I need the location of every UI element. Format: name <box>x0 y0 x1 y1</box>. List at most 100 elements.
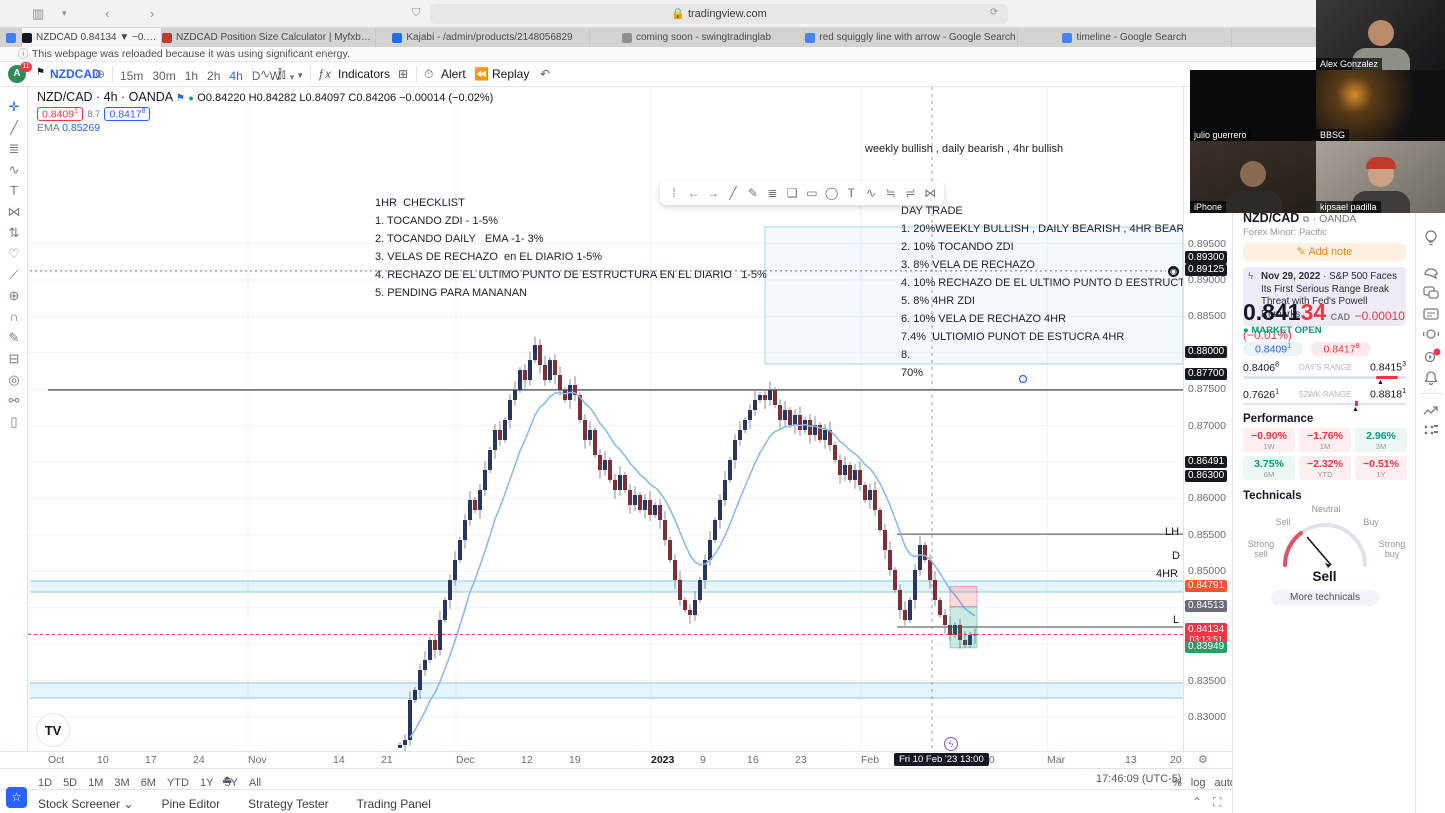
collapse-chevron-icon[interactable]: ⌃ <box>1192 795 1202 809</box>
rectangle-icon[interactable]: ▭ <box>803 184 821 203</box>
video-tile[interactable]: kipsael padilla <box>1316 141 1445 213</box>
range-1M[interactable]: 1M <box>88 777 103 789</box>
ideas-icon[interactable] <box>1421 228 1441 248</box>
shield-icon[interactable]: ⛉ <box>412 7 420 20</box>
forward-icon[interactable]: › <box>150 6 154 21</box>
browser-tab[interactable]: NZDCAD Position Size Calculator | Myfxbo… <box>162 28 376 47</box>
price-chart[interactable] <box>28 87 1183 751</box>
add-note-button[interactable]: ✎ Add note <box>1243 243 1406 261</box>
timeframe-4h[interactable]: 4h <box>229 69 242 83</box>
sidebar-symbol-title[interactable]: NZD/CAD ⧉ · OANDA <box>1243 211 1406 225</box>
video-tile[interactable]: julio guerrero <box>1190 70 1316 141</box>
alert-eye-icon[interactable]: ◉ <box>1168 266 1179 277</box>
position-icon[interactable]: ⇅ <box>0 223 28 243</box>
clock-text[interactable]: 17:46:09 (UTC-5) <box>1096 773 1182 785</box>
streams-icon[interactable] <box>1421 325 1441 345</box>
checklist-1hr[interactable]: 1. TOCANDO ZDI - 1-5%2. TOCANDO DAILY EM… <box>375 215 767 305</box>
link-icon[interactable]: ⚯ <box>0 391 28 411</box>
text-icon[interactable]: T <box>0 181 28 201</box>
browser-tab[interactable]: Kajabi - /admin/products/2148056829 <box>376 28 590 47</box>
indicators-button[interactable]: Indicators <box>338 67 390 81</box>
event-lightning-icon[interactable]: ϟ <box>944 737 958 751</box>
checklist-daytrade[interactable]: 1. 20%WEEKLY BULLISH , DAILY BEARISH , 4… <box>901 223 1183 385</box>
fib-icon[interactable]: ≣ <box>764 184 782 203</box>
flag-icon[interactable]: ⚑ <box>176 93 185 104</box>
xabcd-icon[interactable]: ⋈ <box>0 202 28 222</box>
short-position-icon[interactable]: ≓ <box>902 184 920 203</box>
layout-grid-icon[interactable]: ⊞ <box>398 67 408 81</box>
favorites-star-button[interactable]: ☆ <box>6 787 27 808</box>
url-bar[interactable]: 🔒 tradingview.com <box>430 4 1008 24</box>
zigzag-icon[interactable]: ∿ <box>862 184 880 203</box>
scale-%[interactable]: % <box>1172 777 1182 789</box>
fib-retracement-icon[interactable]: ≣ <box>0 139 28 159</box>
range-6M[interactable]: 6M <box>141 777 156 789</box>
more-technicals-button[interactable]: More technicals <box>1271 590 1379 606</box>
external-link-icon[interactable]: ⧉ <box>1303 214 1309 224</box>
brush-icon[interactable]: ✎ <box>744 184 762 203</box>
trendline-icon[interactable]: ╱ <box>0 118 28 138</box>
scale-log[interactable]: log <box>1191 777 1206 789</box>
crosshair-icon[interactable]: ✛ <box>0 97 28 117</box>
bias-note[interactable]: weekly bullish , daily bearish , 4hr bul… <box>865 143 1063 155</box>
callout-icon[interactable]: ❏ <box>783 184 801 203</box>
axis-settings-gear-icon[interactable]: ⚙ <box>1198 753 1208 766</box>
timeframe-chevron-icon[interactable]: ▾ <box>290 72 295 82</box>
hide-all-icon[interactable]: ◎ <box>0 370 28 390</box>
video-tile[interactable]: BBSG <box>1316 70 1445 141</box>
floating-drawing-toolbar[interactable]: ⁞←→╱✎≣❏▭◯T∿≒≓⋈ <box>660 181 944 205</box>
trendline-icon[interactable]: ╱ <box>724 184 742 203</box>
range-YTD[interactable]: YTD <box>167 777 189 789</box>
minds-icon[interactable] <box>1421 262 1441 282</box>
range-3M[interactable]: 3M <box>114 777 129 789</box>
symbol-button[interactable]: NZDCAD <box>50 67 101 81</box>
candle-chart-style-icon[interactable]: ⫿⫾ <box>278 67 286 82</box>
timeframe-1h[interactable]: 1h <box>185 69 198 83</box>
timeframe-15m[interactable]: 15m <box>120 69 143 83</box>
browser-tab[interactable]: NZDCAD 0.84134 ▼ −0.01% Unnamed <box>22 28 162 47</box>
timeframe-2h[interactable]: 2h <box>207 69 220 83</box>
symbol-add-icon[interactable]: ⊕ <box>95 67 105 81</box>
replay-icon[interactable]: ⏪ <box>474 67 489 81</box>
chart-legend-title[interactable]: NZD/CAD · 4h · OANDA ⚑ ● O0.84220 H0.842… <box>37 90 493 104</box>
panel-trading-panel[interactable]: Trading Panel <box>357 797 431 811</box>
browser-tab[interactable]: coming soon - swingtradinglab <box>590 28 804 47</box>
video-tile[interactable]: iPhone <box>1190 141 1316 213</box>
chat-icon[interactable] <box>1421 283 1441 303</box>
checklist-1hr-title[interactable]: 1HR CHECKLIST <box>375 197 465 209</box>
ruler-icon[interactable]: ⟋ <box>0 265 28 285</box>
ask-pill[interactable]: 0.84178 <box>1311 342 1371 357</box>
timeframe-30m[interactable]: 30m <box>152 69 175 83</box>
chevron-down-icon[interactable]: ▾ <box>62 8 67 19</box>
sidebar-toggle-icon[interactable]: ▥ <box>32 6 44 22</box>
live-icon[interactable] <box>1421 347 1441 367</box>
chart-area[interactable]: NZD/CAD · 4h · OANDA ⚑ ● O0.84220 H0.842… <box>28 87 1183 751</box>
range-1D[interactable]: 1D <box>38 777 52 789</box>
emoji-icon[interactable]: ♡ <box>0 244 28 264</box>
reload-icon[interactable]: ⟳ <box>990 7 998 18</box>
range-5D[interactable]: 5D <box>63 777 77 789</box>
browser-tab[interactable]: red squiggly line with arrow - Google Se… <box>804 28 1018 47</box>
panel-strategy-tester[interactable]: Strategy Tester <box>248 797 328 811</box>
range-1Y[interactable]: 1Y <box>200 777 213 789</box>
daytrade-title[interactable]: DAY TRADE <box>901 205 963 217</box>
panel-stock-screener[interactable]: Stock Screener ⌄ <box>38 797 133 811</box>
extend-right-icon[interactable]: → <box>704 184 722 203</box>
alert-clock-icon[interactable]: ⏱ <box>424 67 433 82</box>
buy-price-box[interactable]: 0.84178 <box>104 107 150 122</box>
replay-button[interactable]: Replay <box>492 67 529 81</box>
drag-handle-icon[interactable]: ⁞ <box>665 184 683 203</box>
alert-button[interactable]: Alert <box>441 67 466 81</box>
calendar-icon[interactable]: ⏏ <box>222 773 232 786</box>
undo-icon[interactable]: ↶ <box>540 67 550 81</box>
draw-lock-icon[interactable]: ✎ <box>0 328 28 348</box>
video-tile[interactable]: Alex Gonzalez <box>1316 0 1445 70</box>
long-position-icon[interactable]: ≒ <box>882 184 900 203</box>
pattern-icon[interactable]: ∿ <box>0 160 28 180</box>
back-icon[interactable]: ‹ <box>105 6 109 21</box>
tradingview-logo[interactable]: TV <box>36 713 70 747</box>
extend-left-icon[interactable]: ← <box>685 184 703 203</box>
data-window-icon[interactable] <box>1421 422 1441 442</box>
range-All[interactable]: All <box>249 777 261 789</box>
xabcd-icon[interactable]: ⋈ <box>921 184 939 203</box>
